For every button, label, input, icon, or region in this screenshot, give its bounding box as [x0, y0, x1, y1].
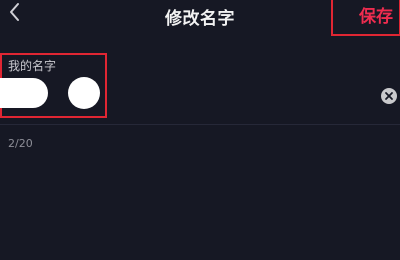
clear-x-icon [385, 92, 393, 100]
save-button[interactable]: 保存 [359, 2, 393, 27]
redaction-mark [68, 77, 100, 109]
divider [0, 124, 400, 125]
character-counter: 2/20 [8, 137, 33, 150]
redaction-mark [0, 78, 48, 108]
clear-input-button[interactable] [381, 88, 397, 104]
name-field-label: 我的名字 [8, 59, 57, 73]
